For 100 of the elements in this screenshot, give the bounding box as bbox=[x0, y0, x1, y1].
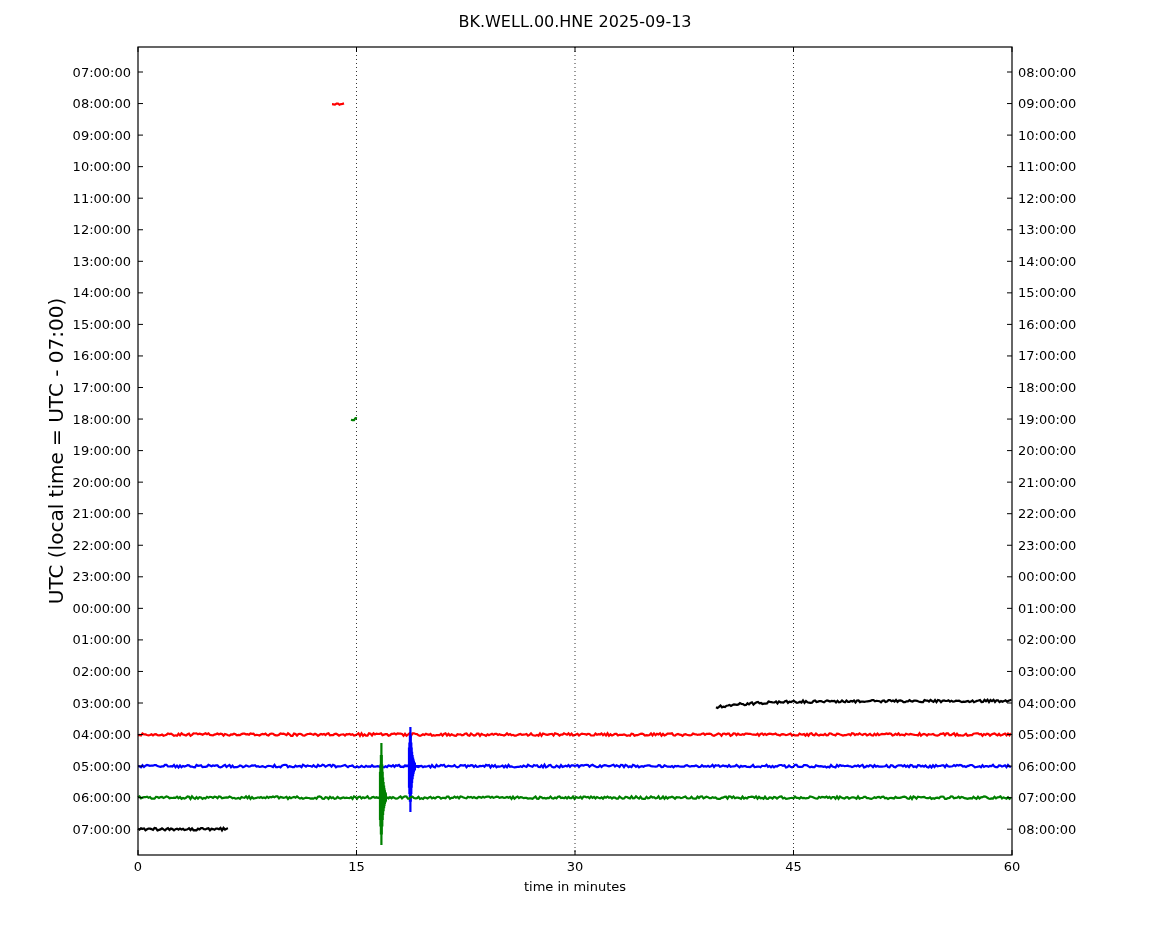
tick-mark bbox=[137, 607, 144, 609]
tick-mark bbox=[1006, 355, 1013, 357]
tick-mark bbox=[137, 765, 144, 767]
hour-label: 22:00:00 bbox=[1018, 506, 1077, 522]
hour-label: 17:00:00 bbox=[72, 380, 131, 395]
hour-label: 13:00:00 bbox=[72, 253, 131, 269]
tick-mark bbox=[137, 103, 144, 105]
tick-mark bbox=[137, 797, 144, 799]
tick-mark bbox=[574, 849, 576, 856]
tick-mark bbox=[1006, 607, 1013, 609]
hour-label: 09:00:00 bbox=[72, 127, 131, 143]
x-tick-label: 30 bbox=[566, 859, 584, 874]
tick-mark bbox=[137, 323, 144, 325]
tick-mark bbox=[1006, 544, 1013, 546]
x-tick-label: 15 bbox=[348, 859, 365, 874]
hour-label: 13:00:00 bbox=[1018, 222, 1077, 238]
tick-mark bbox=[1006, 292, 1013, 294]
tick-mark bbox=[137, 229, 144, 231]
tick-mark bbox=[793, 849, 794, 856]
hour-label: 04:00:00 bbox=[1018, 695, 1077, 711]
tick-mark bbox=[793, 46, 794, 53]
tick-mark bbox=[137, 670, 144, 672]
tick-mark bbox=[1006, 734, 1013, 736]
tick-mark bbox=[1006, 828, 1013, 830]
hour-label: 16:00:00 bbox=[72, 348, 131, 364]
hour-label: 22:00:00 bbox=[72, 537, 131, 553]
tick-mark bbox=[1006, 418, 1013, 420]
hour-label: 06:00:00 bbox=[1018, 758, 1077, 774]
hour-label: 11:00:00 bbox=[72, 190, 131, 206]
tick-mark bbox=[137, 418, 144, 420]
x-tick-label: 60 bbox=[1003, 859, 1021, 874]
tick-mark bbox=[1006, 323, 1013, 325]
tick-mark bbox=[137, 355, 144, 357]
hour-label: 19:00:00 bbox=[72, 443, 131, 459]
hour-label: 14:00:00 bbox=[1018, 253, 1077, 269]
tick-mark bbox=[137, 387, 144, 388]
hour-label: 20:00:00 bbox=[1018, 443, 1077, 459]
chart-title: BK.WELL.00.HNE 2025-09-13 bbox=[458, 12, 692, 31]
hour-label: 16:00:00 bbox=[1018, 316, 1077, 332]
x-axis-label: time in minutes bbox=[523, 879, 627, 894]
hour-label: 00:00:00 bbox=[1018, 569, 1077, 585]
tick-mark bbox=[1006, 260, 1013, 262]
tick-mark bbox=[356, 46, 357, 53]
hour-label: 03:00:00 bbox=[1018, 663, 1077, 679]
tick-mark bbox=[137, 166, 144, 168]
hour-label: 10:00:00 bbox=[72, 159, 131, 175]
hour-label: 19:00:00 bbox=[1018, 411, 1077, 427]
hour-label: 10:00:00 bbox=[1018, 127, 1077, 143]
hour-label: 21:00:00 bbox=[1018, 474, 1077, 490]
hour-label: 15:00:00 bbox=[72, 316, 131, 332]
tick-mark bbox=[137, 828, 144, 830]
tick-mark bbox=[1006, 166, 1013, 168]
tick-mark bbox=[137, 639, 144, 641]
hour-label: 07:00:00 bbox=[1018, 790, 1077, 806]
tick-mark bbox=[1006, 103, 1013, 105]
hour-label: 21:00:00 bbox=[72, 506, 131, 522]
x-tick-label: 0 bbox=[133, 859, 143, 874]
hour-label: 08:00:00 bbox=[1018, 64, 1077, 80]
tick-mark bbox=[137, 734, 144, 736]
tick-mark bbox=[1006, 639, 1013, 641]
tick-mark bbox=[1006, 702, 1013, 704]
tick-mark bbox=[1006, 197, 1013, 199]
tick-mark bbox=[574, 46, 576, 53]
tick-mark bbox=[137, 513, 144, 515]
hour-label: 23:00:00 bbox=[1018, 537, 1077, 553]
tick-mark bbox=[137, 71, 144, 73]
tick-mark bbox=[137, 481, 144, 483]
hour-label: 17:00:00 bbox=[1018, 348, 1077, 364]
tick-mark bbox=[1006, 450, 1013, 452]
hour-label: 11:00:00 bbox=[1018, 159, 1077, 175]
tick-mark bbox=[137, 197, 144, 199]
hour-label: 08:00:00 bbox=[72, 96, 131, 112]
hour-label: 12:00:00 bbox=[1018, 190, 1077, 206]
tick-mark bbox=[1006, 229, 1013, 231]
tick-mark bbox=[137, 134, 144, 136]
x-tick-label: 45 bbox=[785, 859, 802, 874]
hour-label: 07:00:00 bbox=[72, 821, 131, 837]
hour-label: 18:00:00 bbox=[72, 411, 131, 427]
tick-mark bbox=[137, 292, 144, 294]
hour-label: 23:00:00 bbox=[72, 569, 131, 585]
hour-label: 04:00:00 bbox=[72, 727, 131, 743]
hour-label: 18:00:00 bbox=[1018, 380, 1077, 395]
hour-label: 05:00:00 bbox=[1018, 727, 1077, 743]
hour-label: 00:00:00 bbox=[72, 600, 131, 616]
tick-mark bbox=[1006, 576, 1013, 578]
tick-mark bbox=[137, 702, 144, 704]
tick-mark bbox=[1006, 765, 1013, 767]
hour-label: 06:00:00 bbox=[72, 790, 131, 806]
tick-mark bbox=[137, 544, 144, 546]
tick-mark bbox=[1006, 513, 1013, 515]
hour-label: 09:00:00 bbox=[1018, 96, 1077, 112]
tick-mark bbox=[356, 849, 357, 856]
hour-label: 02:00:00 bbox=[1018, 632, 1077, 648]
hour-label: 14:00:00 bbox=[72, 285, 131, 301]
tick-mark bbox=[1006, 797, 1013, 799]
hour-label: 07:00:00 bbox=[72, 64, 131, 80]
hour-label: 01:00:00 bbox=[1018, 600, 1077, 616]
hour-label: 03:00:00 bbox=[72, 695, 131, 711]
hour-label: 20:00:00 bbox=[72, 474, 131, 490]
hour-label: 08:00:00 bbox=[1018, 821, 1077, 837]
